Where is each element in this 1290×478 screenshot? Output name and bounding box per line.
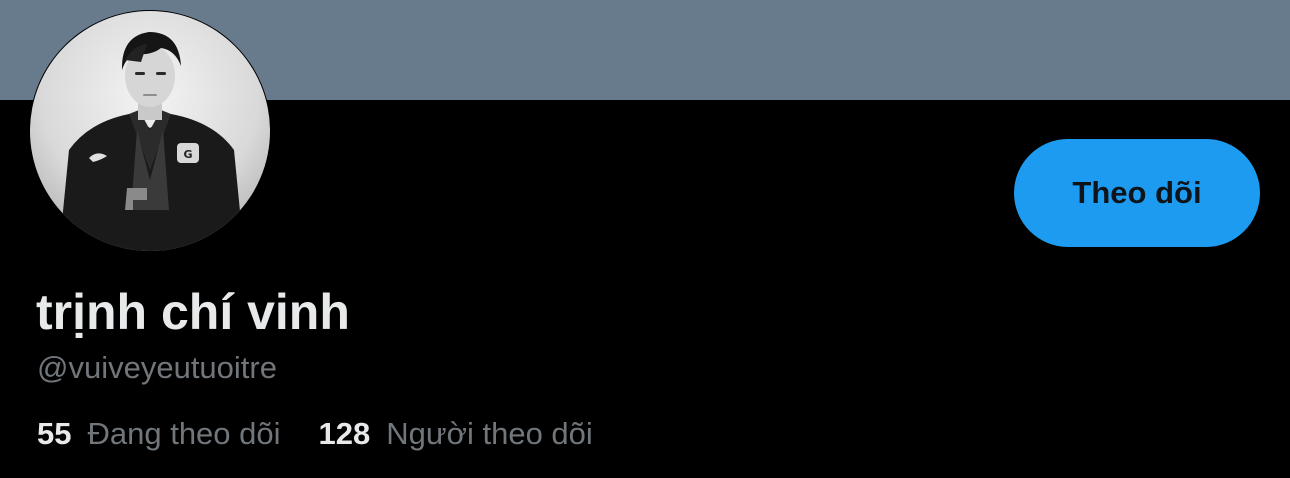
following-label: Đang theo dõi bbox=[87, 416, 281, 451]
followers-stat-link[interactable]: 128 Người theo dõi bbox=[319, 415, 593, 453]
follow-button[interactable]: Theo dõi bbox=[1014, 139, 1260, 247]
profile-stats: 55 Đang theo dõi 128 Người theo dõi bbox=[37, 415, 631, 453]
avatar[interactable]: G bbox=[29, 10, 271, 252]
following-count: 55 bbox=[37, 416, 72, 451]
followers-label: Người theo dõi bbox=[386, 416, 593, 451]
profile-handle: @vuiveyeutuoitre bbox=[37, 350, 277, 385]
svg-text:G: G bbox=[183, 148, 192, 161]
following-stat-link[interactable]: 55 Đang theo dõi bbox=[37, 415, 281, 453]
avatar-photo: G bbox=[30, 11, 270, 251]
profile-header: G Theo dõi trịnh chí vinh @vuiveyeutuoit… bbox=[0, 0, 1290, 478]
profile-display-name: trịnh chí vinh bbox=[36, 284, 350, 340]
followers-count: 128 bbox=[318, 416, 371, 451]
